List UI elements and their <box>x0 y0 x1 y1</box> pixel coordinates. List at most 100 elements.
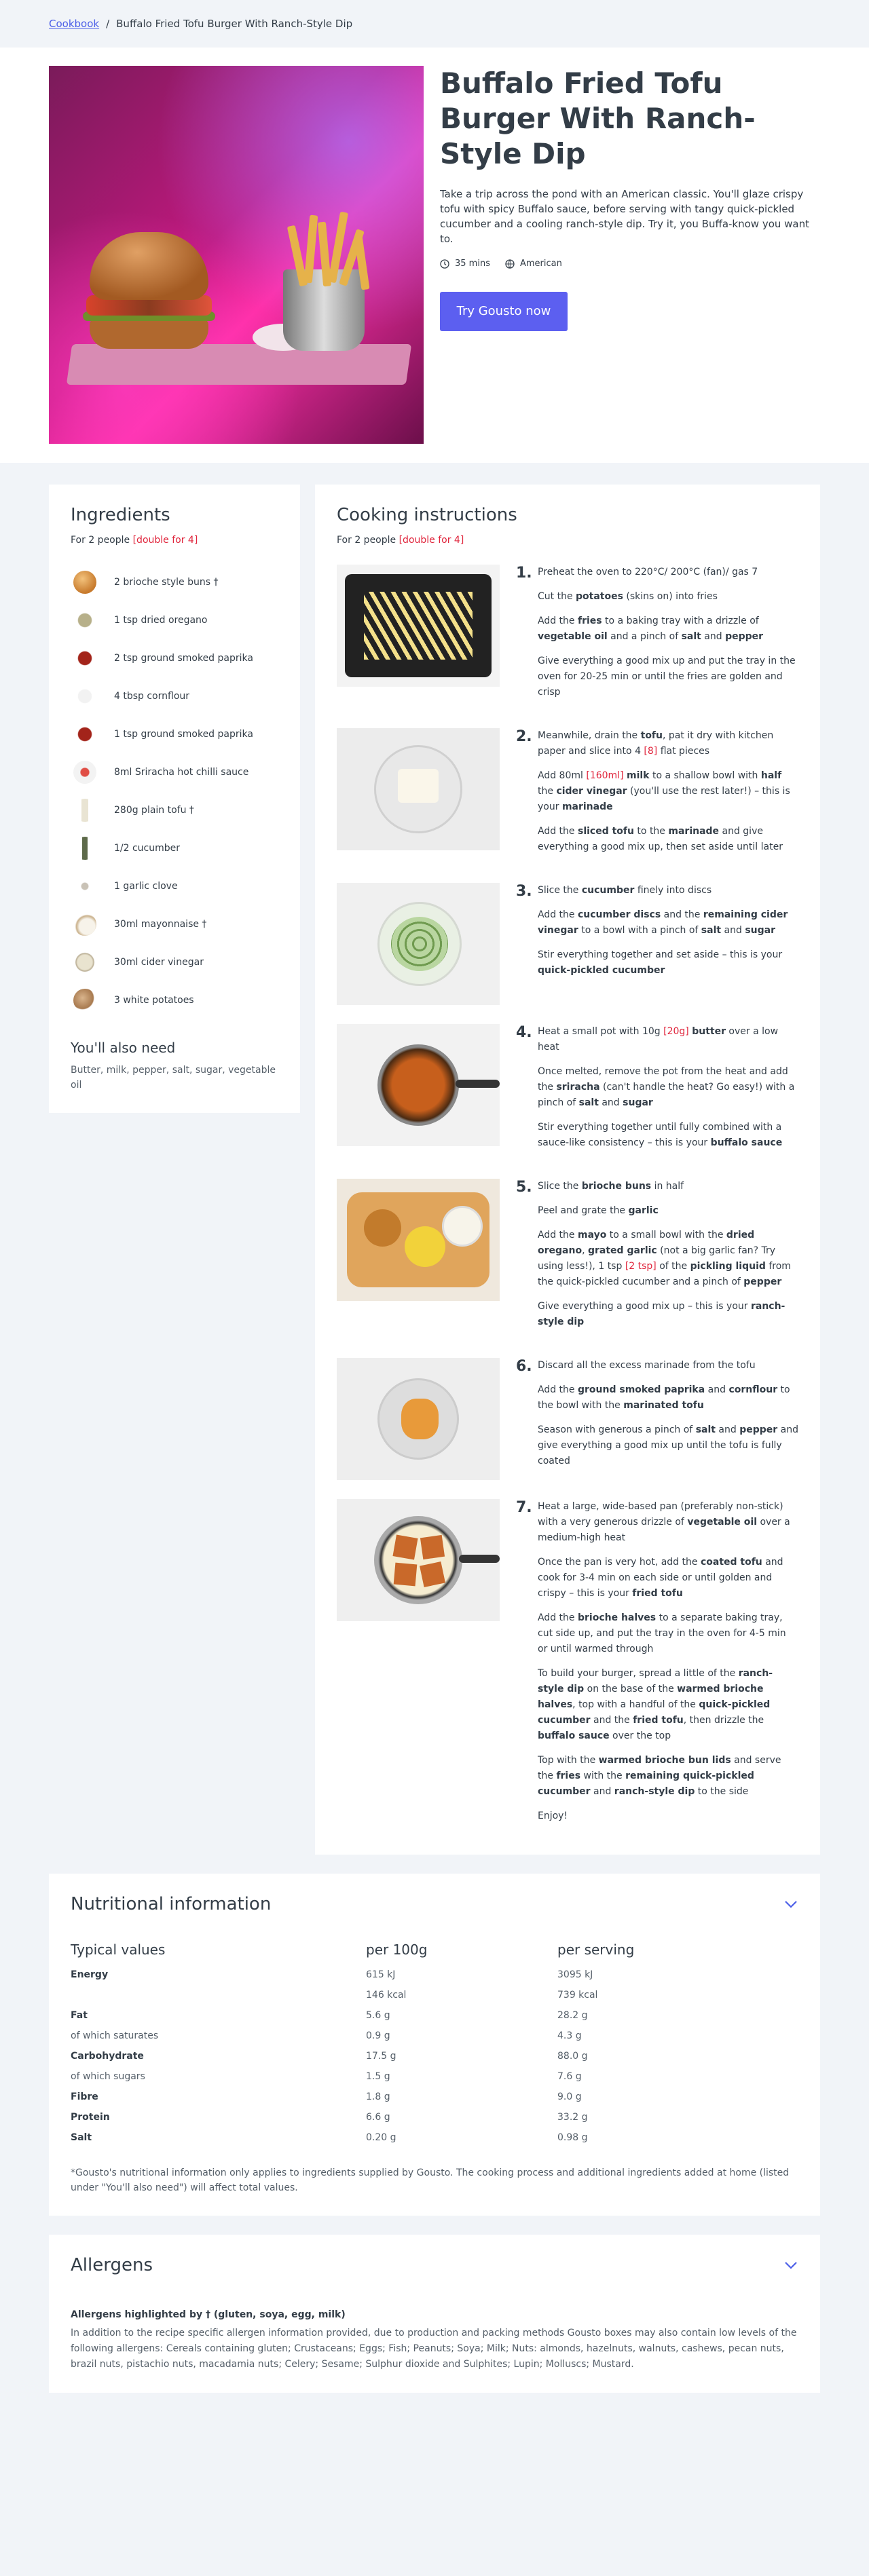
step-paragraph: Stir everything together until fully com… <box>538 1122 783 1148</box>
nutrition-per100: 0.20 g <box>366 2132 396 2143</box>
breadcrumb-separator: / <box>106 18 110 30</box>
nutrition-label: Protein <box>71 2112 110 2123</box>
step-number: 4. <box>516 1024 532 1041</box>
step-paragraph: Add the brioche halves to a separate bak… <box>538 1612 786 1654</box>
globe-icon <box>505 259 515 269</box>
ingredient-image <box>73 875 96 898</box>
breadcrumb-current: Buffalo Fried Tofu Burger With Ranch-Sty… <box>116 18 353 30</box>
ingredient-label: 1 tsp ground smoked paprika <box>114 729 253 740</box>
nutrition-title: Nutritional information <box>71 1894 272 1914</box>
recipe-hero: Buffalo Fried Tofu Burger With Ranch-Sty… <box>0 48 869 463</box>
step-image <box>337 1024 500 1146</box>
step-paragraph: Add the cucumber discs and the remaining… <box>538 909 788 936</box>
nutrition-per100: 1.8 g <box>366 2091 390 2102</box>
also-need: You'll also need Butter, milk, pepper, s… <box>71 1040 278 1093</box>
chevron-down-icon[interactable] <box>783 1899 798 1909</box>
nutrition-label: Fibre <box>71 2091 98 2102</box>
list-item: 2 brioche style buns † <box>71 563 278 601</box>
cooking-step: 7. Heat a large, wide-based pan (preferab… <box>337 1499 798 1833</box>
table-row: Carbohydrate 17.5 g 88.0 g <box>71 2046 798 2066</box>
step-paragraph: Add 80ml [160ml] milk to a shallow bowl … <box>538 770 790 812</box>
cooking-instructions-panel: Cooking instructions For 2 people [doubl… <box>315 485 820 1855</box>
step-paragraph: Give everything a good mix up and put th… <box>538 656 796 698</box>
ingredient-label: 1 tsp dried oregano <box>114 615 208 626</box>
cooking-title: Cooking instructions <box>337 505 517 525</box>
table-row: of which saturates 0.9 g 4.3 g <box>71 2026 798 2046</box>
ingredient-label: 2 brioche style buns † <box>114 577 219 588</box>
cooking-double-label: [double for 4] <box>399 535 464 546</box>
nutrition-header-perserving: per serving <box>557 1942 635 1958</box>
also-need-text: Butter, milk, pepper, salt, sugar, veget… <box>71 1065 276 1091</box>
nutrition-perserving: 4.3 g <box>557 2030 582 2041</box>
nutrition-label: of which saturates <box>71 2030 159 2041</box>
nutrition-per100: 146 kcal <box>366 1990 407 2001</box>
ingredient-image <box>73 609 96 632</box>
nutrition-label <box>71 1985 366 2005</box>
ingredient-label: 3 white potatoes <box>114 995 194 1006</box>
breadcrumb-cookbook-link[interactable]: Cookbook <box>49 18 99 30</box>
cook-time: 35 mins <box>440 259 490 269</box>
list-item: 30ml cider vinegar <box>71 943 278 981</box>
step-number: 5. <box>516 1179 532 1196</box>
step-paragraph: Cut the potatoes (skins on) into fries <box>538 591 718 602</box>
ingredient-label: 30ml mayonnaise † <box>114 919 207 930</box>
nutrition-per100: 5.6 g <box>366 2010 390 2021</box>
recipe-meta: 35 mins American <box>440 259 820 269</box>
step-paragraph: Preheat the oven to 220°C/ 200°C (fan)/ … <box>538 567 758 577</box>
step-image <box>337 728 500 850</box>
recipe-title: Buffalo Fried Tofu Burger With Ranch-Sty… <box>440 67 756 170</box>
recipe-hero-image <box>49 66 424 444</box>
nutrition-perserving: 0.98 g <box>557 2132 588 2143</box>
ingredient-list: 2 brioche style buns † 1 tsp dried orega… <box>71 563 278 1019</box>
try-gousto-button[interactable]: Try Gousto now <box>440 292 568 331</box>
step-paragraph: Slice the cucumber finely into discs <box>538 885 712 896</box>
cooking-step: 3. Slice the cucumber finely into discs Ad… <box>337 883 798 1005</box>
nutrition-header[interactable]: Nutritional information <box>71 1894 798 1914</box>
step-text: Slice the cucumber finely into discs Add … <box>538 883 798 1005</box>
ingredient-image <box>73 913 96 936</box>
ingredients-servings: For 2 people [double for 4] <box>71 535 278 546</box>
chevron-down-icon[interactable] <box>783 2260 798 2270</box>
nutrition-perserving: 28.2 g <box>557 2010 588 2021</box>
step-paragraph: Heat a small pot with 10g [20g] butter o… <box>538 1026 779 1053</box>
nutrition-perserving: 3095 kJ <box>557 1969 593 1980</box>
cook-time-label: 35 mins <box>455 259 490 269</box>
ingredients-servings-label: For 2 people <box>71 535 130 546</box>
ingredient-image <box>73 685 96 708</box>
table-row: Fibre 1.8 g 9.0 g <box>71 2087 798 2107</box>
ingredient-image <box>73 723 96 746</box>
nutrition-per100: 6.6 g <box>366 2112 390 2123</box>
cooking-step: 1. Preheat the oven to 220°C/ 200°C (fan)… <box>337 565 798 709</box>
step-text: Heat a small pot with 10g [20g] butter o… <box>538 1024 798 1160</box>
allergens-header[interactable]: Allergens <box>71 2255 798 2275</box>
step-paragraph: Heat a large, wide-based pan (preferably… <box>538 1501 790 1543</box>
step-paragraph: Discard all the excess marinade from the… <box>538 1360 756 1371</box>
allergens-title: Allergens <box>71 2255 153 2275</box>
nutrition-per100: 17.5 g <box>366 2051 396 2062</box>
recipe-description: Take a trip across the pond with an Amer… <box>440 188 810 245</box>
list-item: 1 tsp ground smoked paprika <box>71 715 278 753</box>
step-number: 2. <box>516 728 532 745</box>
nutrition-label: Fat <box>71 2010 88 2021</box>
nutrition-table: Typical values per 100g per serving Ener… <box>71 1942 798 2148</box>
nutrition-perserving: 739 kcal <box>557 1990 598 2001</box>
ingredient-label: 1 garlic clove <box>114 881 178 892</box>
clock-icon <box>440 259 449 269</box>
step-image <box>337 1358 500 1480</box>
allergens-text: In addition to the recipe specific aller… <box>71 2328 797 2370</box>
ingredients-title: Ingredients <box>71 505 170 525</box>
list-item: 4 tbsp cornflour <box>71 677 278 715</box>
step-list: 1. Preheat the oven to 220°C/ 200°C (fan)… <box>337 565 798 1833</box>
step-number: 6. <box>516 1358 532 1375</box>
ingredient-image <box>73 837 96 860</box>
step-paragraph: Enjoy! <box>538 1811 568 1821</box>
nutrition-note: *Gousto's nutritional information only a… <box>71 2167 790 2193</box>
nutrition-per100: 0.9 g <box>366 2030 390 2041</box>
cooking-step: 6. Discard all the excess marinade from t… <box>337 1358 798 1480</box>
step-paragraph: Season with generous a pinch of salt and… <box>538 1424 798 1466</box>
nutrition-per100: 1.5 g <box>366 2071 390 2082</box>
step-number: 3. <box>516 883 532 900</box>
ingredients-double-label: [double for 4] <box>132 535 198 546</box>
table-row: Salt 0.20 g 0.98 g <box>71 2127 798 2148</box>
nutrition-perserving: 88.0 g <box>557 2051 588 2062</box>
